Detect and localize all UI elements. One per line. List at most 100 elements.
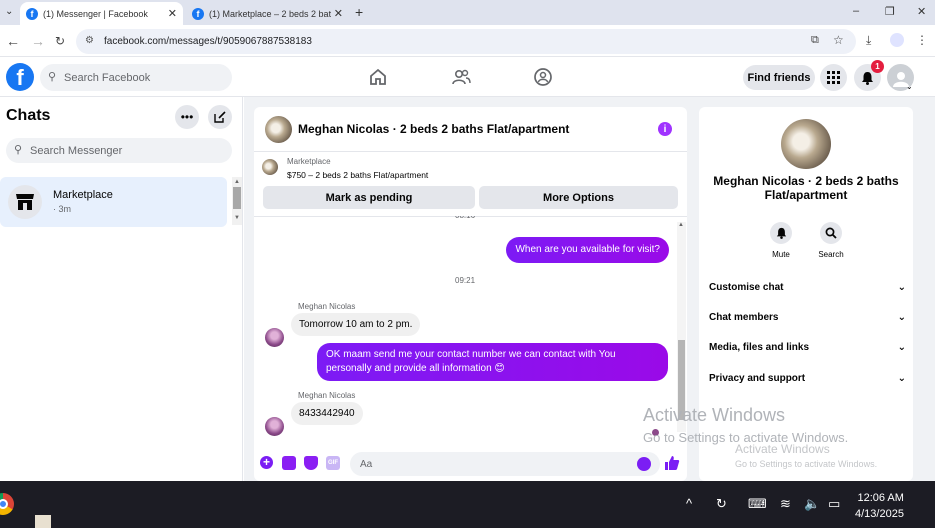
facebook-icon: f	[26, 7, 38, 20]
conversation-scrollbar[interactable]: ▲	[677, 222, 686, 432]
grid-icon	[827, 71, 840, 84]
like-icon[interactable]	[664, 455, 680, 471]
close-tab-icon[interactable]: ✕	[168, 7, 177, 20]
section-chat-members[interactable]: Chat members ⌄	[709, 312, 906, 323]
conversation-title[interactable]: Meghan Nicolas · 2 beds 2 baths Flat/apa…	[298, 122, 569, 136]
install-app-icon[interactable]: ⧉	[811, 34, 819, 47]
section-media-files-links[interactable]: Media, files and links ⌄	[709, 342, 906, 353]
keyboard-icon[interactable]: ⌨	[748, 496, 767, 512]
home-icon[interactable]	[368, 67, 388, 87]
listing-title[interactable]: $750 – 2 beds 2 baths Flat/apartment	[287, 170, 428, 180]
url-text: facebook.com/messages/t/9059067887538183	[104, 36, 312, 47]
notification-badge: 1	[871, 60, 884, 73]
listing-photo[interactable]	[265, 116, 292, 143]
conversation-area: Meghan Nicolas · 2 beds 2 baths Flat/apa…	[244, 97, 697, 481]
more-options-button[interactable]: More Options	[479, 186, 678, 209]
back-icon[interactable]: ←	[6, 33, 20, 49]
browser-menu-icon[interactable]: ⋮	[916, 33, 928, 47]
sync-icon[interactable]: ↻	[716, 496, 727, 512]
facebook-search-input[interactable]: ⚲ Search Facebook	[40, 64, 232, 91]
section-label: Chat members	[709, 312, 779, 323]
mark-pending-button[interactable]: Mark as pending	[263, 186, 475, 209]
more-dots-icon: •••	[180, 110, 194, 124]
chats-scrollbar[interactable]: ▲ ▼	[232, 177, 242, 225]
browser-tab-strip: ⌄ f (1) Messenger | Facebook ✕ f (1) Mar…	[0, 0, 935, 25]
profile-icon[interactable]	[890, 33, 904, 47]
gif-icon[interactable]: GIF	[326, 456, 340, 470]
plus-icon[interactable]: +	[260, 456, 273, 469]
volume-icon[interactable]: 🔈	[804, 496, 820, 512]
message-bubble-incoming[interactable]: 8433442940	[291, 402, 363, 425]
chevron-down-icon: ⌄	[897, 312, 906, 323]
site-info-icon[interactable]: ⚙	[85, 35, 94, 46]
forward-icon[interactable]: →	[31, 33, 45, 49]
sticker-icon[interactable]	[304, 456, 318, 470]
chats-sidebar: Chats ••• ⚲ Search Messenger Marketplace…	[0, 97, 243, 481]
storefront-icon	[16, 194, 34, 210]
tab-messenger[interactable]: f (1) Messenger | Facebook ✕	[20, 2, 183, 25]
show-hidden-icons-icon[interactable]: ^	[686, 496, 692, 511]
message-line: personally and provide all information 😊	[326, 363, 505, 374]
facebook-logo[interactable]: f	[6, 63, 34, 91]
search-in-chat-button[interactable]	[820, 222, 842, 244]
close-window-button[interactable]: ✕	[917, 5, 926, 18]
groups-icon[interactable]	[533, 67, 553, 87]
section-label: Media, files and links	[709, 342, 810, 353]
section-privacy-support[interactable]: Privacy and support ⌄	[709, 373, 906, 384]
chrome-icon[interactable]	[0, 493, 14, 515]
listing-photo-large[interactable]	[781, 119, 831, 169]
photo-icon[interactable]	[282, 456, 296, 470]
chats-title: Chats	[6, 107, 51, 124]
chat-list-item[interactable]: Marketplace · 3m	[0, 177, 227, 227]
chevron-down-icon: ⌄	[897, 282, 906, 293]
scroll-down-icon[interactable]: ▼	[234, 215, 240, 221]
windows-taskbar: ^ ↻ ⌨ ≋ 🔈 ▭ 12:06 AM 4/13/2025	[0, 481, 935, 528]
message-input[interactable]: Aa	[350, 452, 660, 476]
close-tab-icon[interactable]: ✕	[334, 7, 343, 20]
chat-time: · 3m	[53, 204, 71, 214]
search-placeholder: Search Messenger	[30, 144, 123, 157]
scrollbar-thumb[interactable]	[233, 187, 241, 209]
wifi-icon[interactable]: ≋	[780, 496, 791, 512]
message-bubble-outgoing[interactable]: OK maam send me your contact number we c…	[317, 343, 668, 381]
messenger-search-input[interactable]: ⚲ Search Messenger	[6, 138, 232, 163]
listing-thumbnail	[262, 159, 278, 175]
chat-name: Marketplace	[53, 189, 113, 201]
system-clock[interactable]: 12:06 AM 4/13/2025	[855, 490, 904, 522]
restore-button[interactable]: ❐	[885, 5, 895, 18]
message-bubble-incoming[interactable]: Tomorrow 10 am to 2 pm.	[291, 313, 421, 336]
tab-menu-icon[interactable]: ⌄	[5, 6, 13, 17]
find-friends-button[interactable]: Find friends	[743, 65, 815, 90]
facebook-header: f ⚲ Search Facebook Find friends ⌄	[0, 57, 935, 97]
address-bar[interactable]: ⚙ facebook.com/messages/t/90590678875381…	[76, 29, 856, 54]
clock-date: 4/13/2025	[855, 508, 904, 520]
sender-avatar[interactable]	[265, 328, 284, 347]
reload-icon[interactable]: ↻	[55, 34, 65, 48]
friends-icon[interactable]	[451, 67, 471, 87]
info-icon[interactable]: i	[658, 122, 672, 136]
message-bubble-outgoing[interactable]: When are you available for visit?	[506, 237, 669, 263]
chat-options-button[interactable]: •••	[175, 105, 199, 129]
sender-avatar[interactable]	[265, 417, 284, 436]
chevron-down-icon[interactable]: ⌄	[906, 82, 913, 91]
new-message-button[interactable]	[208, 105, 232, 129]
battery-icon[interactable]: ▭	[828, 496, 840, 512]
section-customise-chat[interactable]: Customise chat ⌄	[709, 282, 906, 293]
section-label: Privacy and support	[709, 373, 806, 384]
menu-grid-button[interactable]	[820, 64, 847, 91]
download-icon[interactable]: ⤓	[866, 33, 871, 48]
scroll-up-icon[interactable]: ▲	[234, 179, 240, 185]
new-tab-button[interactable]: +	[355, 4, 363, 20]
chevron-down-icon: ⌄	[897, 342, 906, 353]
scroll-up-icon[interactable]: ▲	[678, 222, 684, 228]
bell-icon	[776, 227, 786, 239]
minimize-button[interactable]: –	[853, 5, 859, 17]
compose-icon	[214, 111, 226, 123]
bookmark-star-icon[interactable]: ☆	[833, 33, 844, 47]
conversation-card: Meghan Nicolas · 2 beds 2 baths Flat/apa…	[254, 107, 687, 481]
mute-button[interactable]	[770, 222, 792, 244]
sender-name: Meghan Nicolas	[298, 391, 356, 400]
emoji-icon[interactable]	[637, 457, 651, 471]
tab-marketplace[interactable]: f (1) Marketplace – 2 beds 2 bath ✕	[186, 2, 349, 25]
app-icon[interactable]	[35, 515, 51, 528]
